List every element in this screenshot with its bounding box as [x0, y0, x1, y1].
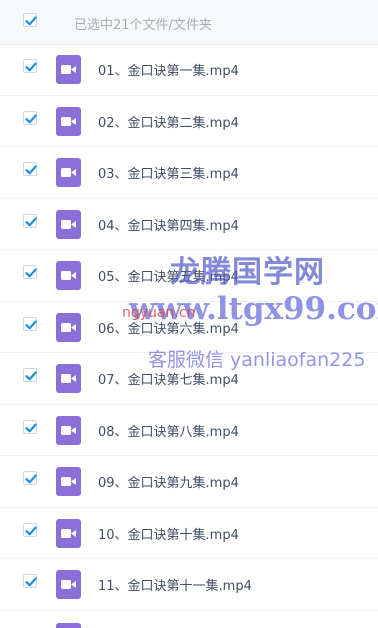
checkmark-icon [25, 474, 37, 484]
video-camera-icon [61, 425, 76, 435]
select-all-checkbox[interactable] [23, 13, 37, 27]
file-row-7[interactable]: 07、金口诀第七集.mp4 [0, 353, 378, 405]
video-file-icon [56, 261, 81, 290]
file-checkbox[interactable] [23, 316, 37, 331]
checkmark-icon [25, 423, 37, 432]
file-row-partial[interactable] [0, 612, 378, 628]
checkmark-icon [25, 62, 37, 72]
file-name: 03、金口诀第三集.mp4 [98, 167, 239, 182]
video-camera-icon [61, 116, 76, 126]
file-checkbox[interactable] [23, 110, 37, 125]
selection-header: 已选中21个文件/文件夹 [0, 0, 378, 45]
video-file-icon [56, 623, 81, 628]
video-camera-icon [61, 168, 76, 177]
video-file-icon [56, 209, 81, 239]
file-selection-panel: 已选中21个文件/文件夹 01、金口诀第一集.mp4 02、金口诀第二集.mp4… [0, 0, 378, 628]
file-name: 09、金口诀第九集.mp4 [98, 476, 239, 491]
file-checkbox[interactable] [23, 471, 37, 485]
file-row-10[interactable]: 10、金口诀第十集.mp4 [0, 508, 378, 559]
file-name: 10、金口诀第十集.mp4 [98, 527, 239, 543]
checkmark-icon [25, 371, 37, 381]
checkmark-icon [25, 526, 37, 535]
file-checkbox[interactable] [23, 59, 37, 73]
file-row-5[interactable]: 05、金口诀第五集.mp4 [0, 250, 378, 302]
file-checkbox[interactable] [23, 419, 37, 434]
video-file-icon [56, 364, 81, 393]
file-row-2[interactable]: 02、金口诀第二集.mp4 [0, 96, 378, 147]
checkmark-icon [25, 114, 37, 123]
video-camera-icon [61, 65, 76, 74]
file-checkbox[interactable] [23, 213, 37, 228]
file-row-9[interactable]: 09、金口诀第九集.mp4 [0, 456, 378, 508]
checkmark-icon [25, 268, 37, 278]
video-file-icon [56, 158, 81, 187]
checkmark-icon [25, 577, 37, 587]
video-file-icon [56, 570, 81, 599]
video-camera-icon [61, 528, 76, 538]
video-camera-icon [61, 374, 76, 383]
checkmark-icon [25, 16, 37, 26]
video-file-icon [56, 518, 81, 548]
file-checkbox[interactable] [23, 522, 37, 537]
checkmark-icon [25, 217, 37, 226]
checkmark-icon [25, 165, 37, 175]
file-name: 06、金口诀第六集.mp4 [98, 321, 239, 337]
file-checkbox[interactable] [23, 574, 37, 588]
file-checkbox[interactable] [23, 368, 37, 382]
file-checkbox[interactable] [23, 265, 37, 279]
file-name: 07、金口诀第七集.mp4 [98, 373, 239, 388]
video-file-icon [56, 106, 81, 136]
video-camera-icon [61, 322, 76, 332]
video-camera-icon [61, 477, 76, 486]
checkmark-icon [25, 320, 37, 329]
video-camera-icon [61, 271, 76, 280]
video-file-icon [56, 467, 81, 496]
file-row-4[interactable]: 04、金口诀第四集.mp4 [0, 199, 378, 250]
file-name: 08、金口诀第八集.mp4 [98, 424, 239, 440]
file-list: 01、金口诀第一集.mp4 02、金口诀第二集.mp4 03、金口诀第三集.mp… [0, 44, 378, 611]
file-row-8[interactable]: 08、金口诀第八集.mp4 [0, 405, 378, 456]
video-file-icon [56, 55, 81, 84]
file-name: 04、金口诀第四集.mp4 [98, 218, 239, 234]
selection-count-label: 已选中21个文件/文件夹 [74, 18, 212, 33]
video-file-icon [56, 312, 81, 342]
file-row-6[interactable]: 06、金口诀第六集.mp4 [0, 302, 378, 353]
file-row-1[interactable]: 01、金口诀第一集.mp4 [0, 44, 378, 96]
file-name: 02、金口诀第二集.mp4 [98, 115, 239, 131]
file-name: 05、金口诀第五集.mp4 [98, 270, 239, 285]
file-row-11[interactable]: 11、金口诀第十一集.mp4 [0, 559, 378, 611]
file-name: 11、金口诀第十一集.mp4 [98, 579, 252, 594]
file-name: 01、金口诀第一集.mp4 [98, 64, 239, 79]
file-row-3[interactable]: 03、金口诀第三集.mp4 [0, 147, 378, 199]
video-camera-icon [61, 580, 76, 589]
video-camera-icon [61, 219, 76, 229]
file-checkbox[interactable] [23, 162, 37, 176]
video-file-icon [56, 415, 81, 445]
